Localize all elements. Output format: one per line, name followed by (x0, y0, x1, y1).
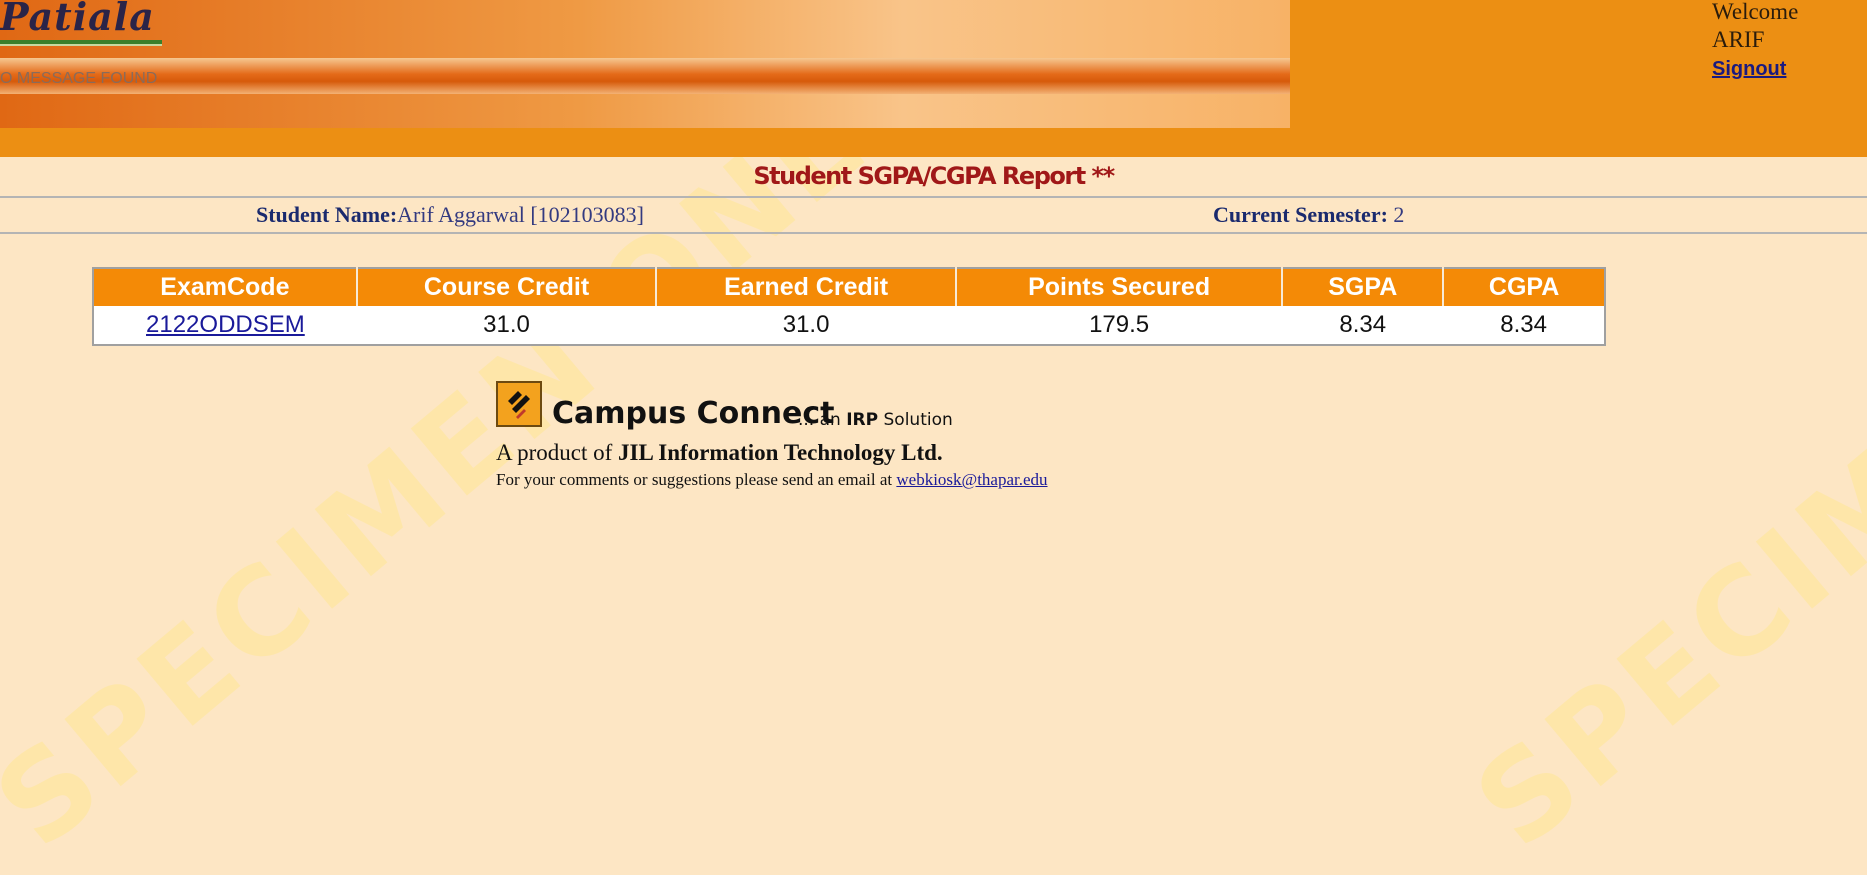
signout-link[interactable]: Signout (1712, 58, 1786, 81)
product-company: JIL Information Technology Ltd. (618, 440, 943, 465)
welcome-label: Welcome (1712, 0, 1799, 24)
cell-earned-credit: 31.0 (656, 306, 956, 345)
cell-points-secured: 179.5 (955, 306, 1283, 345)
student-name-value: Arif Aggarwal [102103083] (397, 202, 645, 227)
campus-connect-logo-icon (496, 381, 542, 427)
comments-text: For your comments or suggestions please … (496, 470, 893, 489)
product-prefix: A product of (496, 440, 613, 465)
result-table: ExamCode Course Credit Earned Credit Poi… (92, 267, 1606, 346)
semester-label: Current Semester: (1213, 202, 1388, 227)
banner: Patiala O MESSAGE FOUND (0, 0, 1290, 128)
brand-subtitle: ... an IRP Solution (798, 410, 953, 430)
comments-line: For your comments or suggestions please … (496, 470, 1048, 490)
column-header-earned-credit: Earned Credit (656, 268, 957, 306)
cell-cgpa: 8.34 (1443, 306, 1605, 345)
student-name-label: Student Name: (256, 202, 398, 227)
column-header-course-credit: Course Credit (356, 268, 658, 306)
semester-value: 2 (1393, 202, 1405, 227)
message-marquee: O MESSAGE FOUND (0, 70, 158, 87)
examcode-link[interactable]: 2122ODDSEM (146, 311, 305, 338)
brand-sub-suffix: Solution (883, 410, 953, 430)
brand-sub-prefix: ... an (798, 410, 841, 430)
product-line: A product of JIL Information Technology … (496, 440, 943, 466)
campus-connect-brand: Campus Connect (552, 396, 835, 431)
column-header-cgpa: CGPA (1443, 268, 1605, 306)
student-name-field: Student Name:Arif Aggarwal [102103083] (256, 202, 644, 228)
brand-sub-bold: IRP (846, 410, 879, 430)
report-title: Student SGPA/CGPA Report ** (753, 162, 1115, 190)
table-header-row: ExamCode Course Credit Earned Credit Poi… (93, 268, 1605, 306)
header-bar: Patiala O MESSAGE FOUND Welcome ARIF Sig… (0, 0, 1867, 157)
cell-examcode: 2122ODDSEM (93, 306, 357, 345)
logo-text: Patiala (0, 0, 155, 39)
banner-stripe (0, 58, 1290, 94)
logo-underline (0, 40, 162, 46)
email-link[interactable]: webkiosk@thapar.edu (896, 470, 1047, 489)
welcome-block: Welcome ARIF (1712, 0, 1798, 54)
table-row: 2122ODDSEM 31.0 31.0 179.5 8.34 8.34 (93, 306, 1605, 345)
student-info-bar: Student Name:Arif Aggarwal [102103083] C… (0, 196, 1867, 234)
user-name: ARIF (1712, 27, 1765, 52)
column-header-points-secured: Points Secured (955, 268, 1284, 306)
column-header-sgpa: SGPA (1282, 268, 1445, 306)
cell-sgpa: 8.34 (1282, 306, 1444, 345)
column-header-examcode: ExamCode (93, 268, 358, 306)
cell-course-credit: 31.0 (356, 306, 657, 345)
semester-field: Current Semester: 2 (1213, 202, 1404, 228)
